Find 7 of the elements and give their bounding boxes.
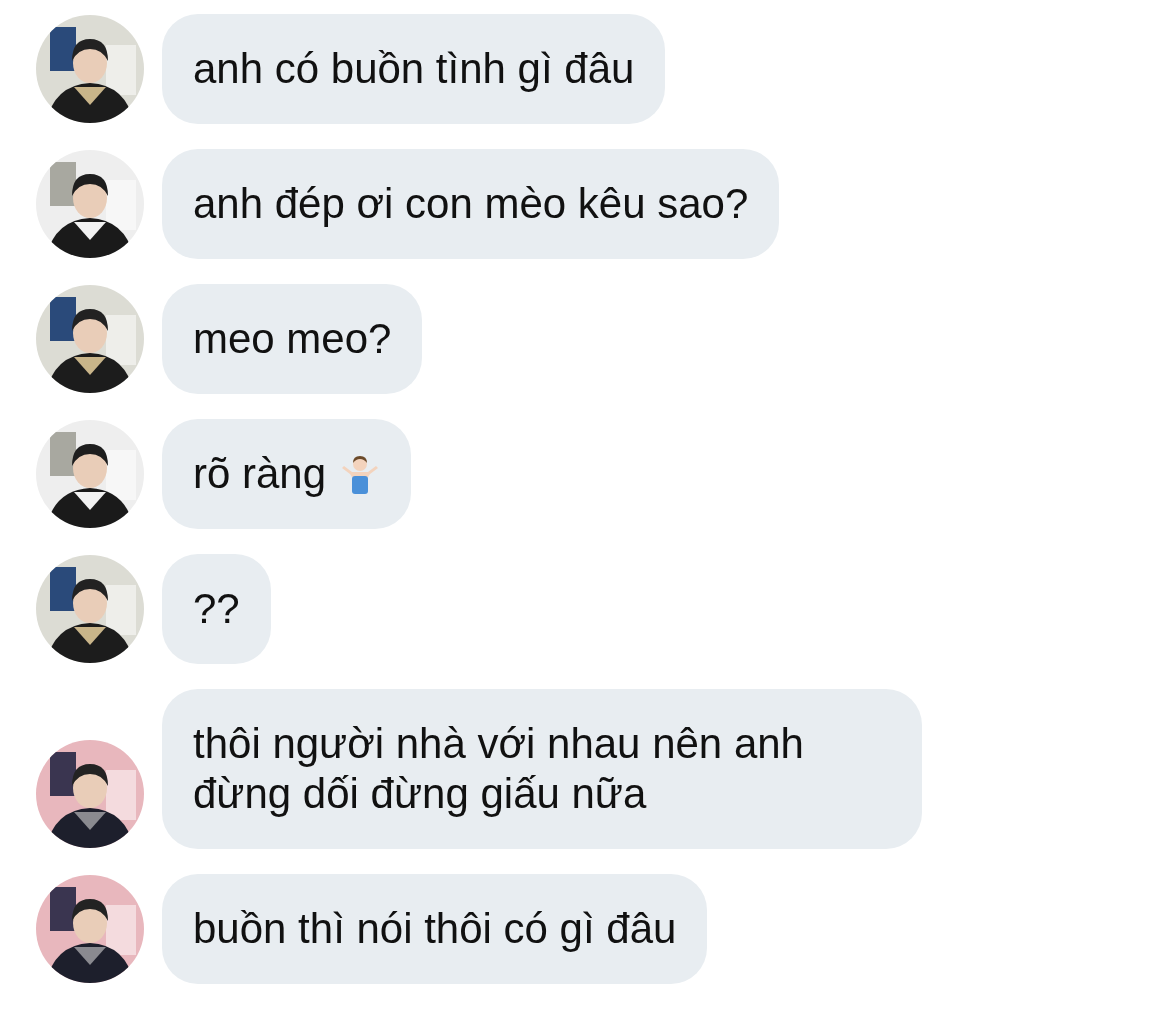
message-text: ?? bbox=[193, 584, 240, 634]
message-text: meo meo? bbox=[193, 314, 392, 364]
message-text: anh đép ơi con mèo kêu sao? bbox=[193, 179, 749, 229]
message-text: thôi người nhà với nhau nên anh đừng dối đừng giấu nữa bbox=[193, 719, 805, 819]
message-text: rõ ràng bbox=[193, 449, 327, 499]
message-text: buồn thì nói thôi có gì đâu bbox=[193, 904, 677, 954]
message-text: anh có buồn tình gì đâu bbox=[193, 44, 635, 94]
